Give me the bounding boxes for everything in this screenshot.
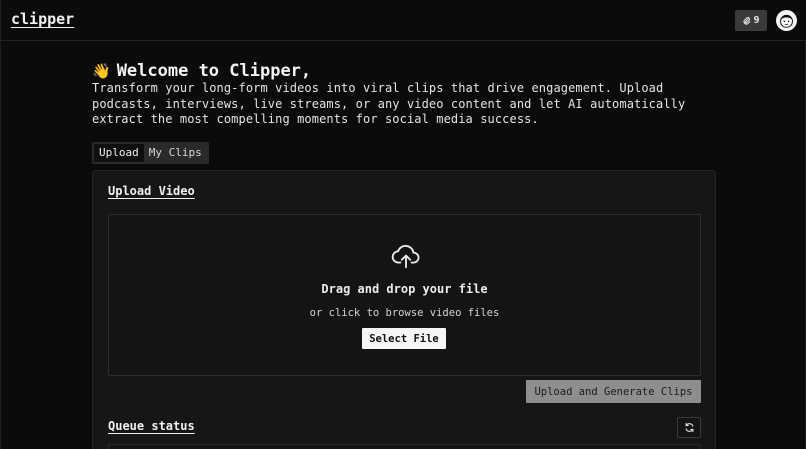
upload-generate-button[interactable]: Upload and Generate Clips [526, 380, 701, 403]
upload-card: Upload Video Drag and drop your file or … [92, 170, 716, 449]
refresh-icon [685, 422, 693, 433]
avatar-face-icon [780, 14, 793, 28]
queue-list [108, 444, 701, 449]
queue-status-title: Queue status [108, 419, 195, 433]
drop-title: Drag and drop your file [321, 282, 488, 296]
credits-badge[interactable]: 9 [735, 10, 767, 31]
credits-count: 9 [753, 15, 760, 26]
brand-logo[interactable]: clipper [11, 10, 74, 28]
tab-bar: Upload My Clips [92, 142, 209, 164]
paperclip-icon [743, 17, 751, 25]
app-window: clipper 9 👋 Welcome to Clipper, Transfor… [0, 0, 806, 449]
tab-my-clips[interactable]: My Clips [144, 144, 207, 162]
upload-video-title: Upload Video [108, 184, 195, 198]
user-avatar[interactable] [776, 10, 797, 31]
top-bar: clipper 9 [1, 0, 806, 41]
refresh-queue-button[interactable] [677, 417, 701, 438]
drop-subtitle: or click to browse video files [309, 307, 500, 319]
tab-upload[interactable]: Upload [94, 144, 144, 162]
welcome-title-text: Welcome to Clipper, [116, 61, 312, 81]
select-file-button[interactable]: Select File [362, 328, 446, 349]
welcome-heading: 👋 Welcome to Clipper, [92, 61, 311, 81]
cloud-upload-icon [391, 244, 420, 269]
wave-emoji: 👋 [92, 62, 111, 80]
welcome-description: Transform your long-form videos into vir… [92, 81, 686, 126]
file-dropzone[interactable]: Drag and drop your file or click to brow… [108, 214, 701, 376]
